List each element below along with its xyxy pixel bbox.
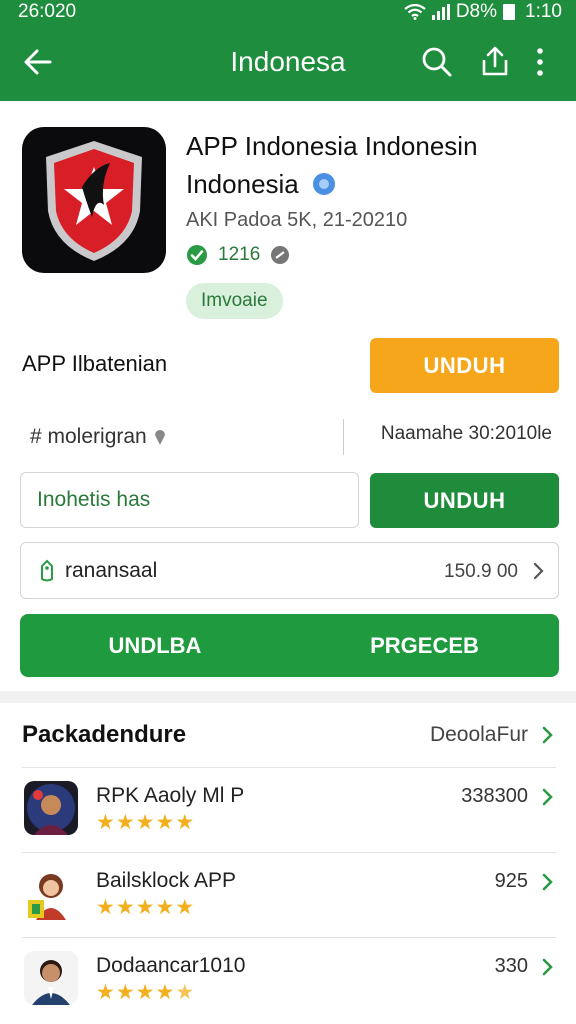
category-chip[interactable]: Imvoaie — [186, 283, 283, 319]
list-separator — [22, 937, 556, 938]
rating-count: 1216 — [218, 244, 261, 265]
battery-text: D8% — [455, 1, 498, 22]
chevron-right-icon — [542, 873, 553, 891]
package-list-card: Packadendure DeoolaFur RPK Aaoly Ml P ★ ★… — [0, 703, 576, 1024]
star-icon: ★ — [96, 981, 115, 1004]
name-input-value: Inohetis has — [37, 488, 151, 511]
star-icon: ★ — [175, 811, 195, 834]
tag-line: # molerigran — [30, 425, 167, 449]
list-item[interactable]: Dodaancar1010 ★ ★ ★ ★ ★ 330 — [0, 937, 576, 1022]
price-row-value: 150.9 00 — [444, 561, 518, 582]
star-icon: ★ — [135, 896, 155, 919]
check-circle-icon — [187, 245, 207, 265]
price-row-label: ranansaal — [65, 559, 158, 582]
chevron-right-icon — [542, 726, 553, 744]
item-name: RPK Aaoly Ml P — [96, 784, 245, 807]
action-button-right[interactable]: PRGECEB — [290, 633, 559, 659]
chevron-right-icon — [542, 788, 553, 806]
item-thumbnail — [24, 951, 78, 1005]
signal-icon — [431, 4, 450, 20]
item-name: Dodaancar1010 — [96, 954, 246, 977]
star-icon: ★ — [155, 811, 175, 834]
see-more-label: DeoolaFur — [429, 723, 528, 746]
star-icon: ★ — [135, 811, 155, 834]
share-icon[interactable] — [477, 44, 513, 80]
list-item[interactable]: RPK Aaoly Ml P ★ ★ ★ ★ ★ 338300 — [0, 767, 576, 852]
app-title-line1: APP Indonesia Indonesin — [186, 131, 478, 161]
star-icon: ★ — [175, 896, 195, 919]
star-icon: ★ — [96, 896, 115, 919]
action-button-bar: UNDLBA PRGECEB — [20, 614, 559, 677]
tag-icon — [41, 559, 53, 582]
app-logo-icon[interactable] — [22, 127, 166, 273]
star-icon: ★ — [155, 896, 175, 919]
status-icons: D8% 1:10 — [404, 1, 562, 23]
vertical-divider — [343, 419, 344, 455]
star-rating: ★ ★ ★ ★ ★ — [96, 982, 194, 1003]
app-bar: Indonesa — [0, 36, 576, 92]
star-icon: ★ — [115, 981, 135, 1004]
price-row[interactable]: ranansaal 150.9 00 — [20, 542, 559, 599]
name-input[interactable]: Inohetis has — [20, 472, 359, 528]
star-icon: ★ — [96, 811, 115, 834]
action-button-left[interactable]: UNDLBA — [20, 633, 290, 659]
star-rating: ★ ★ ★ ★ ★ — [96, 897, 194, 918]
info-icon[interactable] — [270, 245, 290, 265]
item-thumbnail — [24, 781, 78, 835]
chevron-right-icon — [542, 958, 553, 976]
wifi-icon — [404, 4, 426, 20]
item-value: 330 — [494, 955, 528, 977]
download-button-primary[interactable]: UNDUH — [370, 338, 559, 393]
app-title-line2-text: Indonesia — [186, 169, 299, 199]
rating-row: 1216 — [186, 244, 290, 266]
star-half-icon: ★ — [175, 981, 195, 1004]
section-label: APP Ilbatenian — [22, 351, 168, 376]
status-bar: 26:020 D8% 1:10 — [0, 0, 576, 26]
app-details-card: APP Indonesia Indonesin Indonesia AKI Pa… — [0, 101, 576, 691]
verified-badge-icon — [313, 173, 335, 195]
location-pin-icon — [154, 430, 165, 445]
star-icon: ★ — [135, 981, 155, 1004]
tag-text: # molerigran — [30, 425, 147, 448]
see-more-link[interactable]: DeoolaFur — [430, 723, 556, 747]
list-separator — [22, 852, 556, 853]
star-icon: ★ — [155, 981, 175, 1004]
item-thumbnail — [24, 866, 78, 920]
status-clock: 1:10 — [525, 1, 562, 22]
price-row-label-group: ranansaal — [37, 559, 157, 583]
list-item[interactable]: Bailsklock APP ★ ★ ★ ★ ★ 925 — [0, 852, 576, 937]
list-separator — [22, 767, 556, 768]
battery-icon — [503, 4, 516, 20]
app-title-line2: Indonesia — [186, 165, 556, 203]
download-button-secondary[interactable]: UNDUH — [370, 473, 559, 528]
search-icon[interactable] — [419, 44, 455, 80]
star-icon: ★ — [115, 811, 135, 834]
more-options-icon[interactable] — [530, 44, 550, 80]
app-title: APP Indonesia Indonesin Indonesia — [186, 127, 556, 203]
top-app-bar: 26:020 D8% 1:10 Indonesa — [0, 0, 576, 101]
item-name: Bailsklock APP — [96, 869, 237, 892]
star-rating: ★ ★ ★ ★ ★ — [96, 812, 194, 833]
item-value: 925 — [494, 870, 528, 892]
size-info: Naamahe 30:2010le — [380, 423, 552, 444]
list-heading: Packadendure — [22, 721, 187, 748]
chevron-right-icon — [533, 562, 544, 580]
star-icon: ★ — [115, 896, 135, 919]
item-value: 338300 — [461, 785, 528, 807]
app-meta-info: AKI Padoa 5K, 21-20210 — [186, 209, 408, 231]
status-time-left: 26:020 — [18, 1, 77, 22]
